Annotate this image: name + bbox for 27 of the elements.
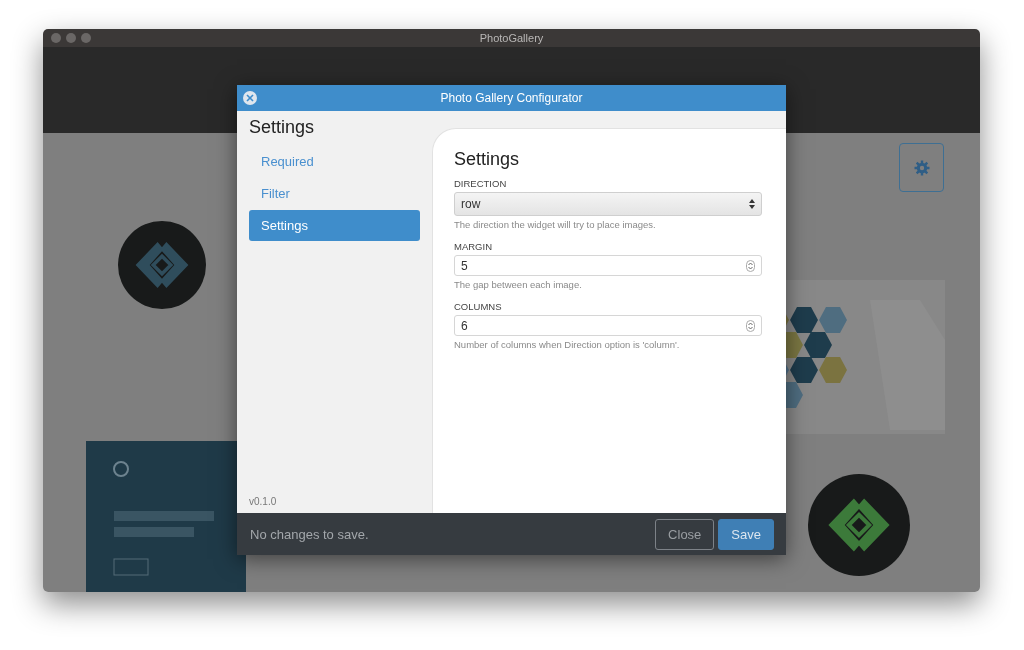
panel-heading: Settings (454, 149, 521, 170)
sidebar-heading: Settings (249, 117, 316, 138)
field-label: MARGIN (454, 241, 492, 252)
direction-dropdown[interactable]: row (454, 192, 762, 216)
dropdown-arrows-icon (749, 199, 755, 209)
number-field[interactable]: 5 (454, 255, 762, 276)
version-label: v0.1.0 (249, 496, 277, 507)
sidebar-item[interactable]: Settings (249, 210, 420, 241)
close-icon (246, 94, 254, 102)
settings-icon (914, 160, 929, 175)
close-button[interactable] (243, 91, 257, 105)
sidebar-item[interactable]: Required (249, 146, 420, 177)
window-title: PhotoGallery (479, 32, 544, 44)
stepper-icon (746, 259, 755, 272)
help-text: The direction the widget will try to place images. (454, 219, 656, 230)
sidebar-item[interactable]: Filter (249, 178, 420, 209)
settings-button[interactable] (899, 143, 944, 192)
field-label: COLUMNS (454, 301, 502, 312)
help-text: The gap between each image. (454, 279, 582, 290)
help-text: Number of columns when Direction option is 'column'. (454, 339, 680, 350)
field-label: DIRECTION (454, 178, 507, 189)
save-button[interactable]: Save (718, 518, 774, 550)
status-message: No changes to save. (250, 526, 369, 542)
stepper-icon (746, 319, 755, 332)
dialog-title: Photo Gallery Configurator (440, 91, 583, 105)
close-button[interactable]: Close (655, 518, 715, 550)
number-field[interactable]: 6 (454, 315, 762, 336)
